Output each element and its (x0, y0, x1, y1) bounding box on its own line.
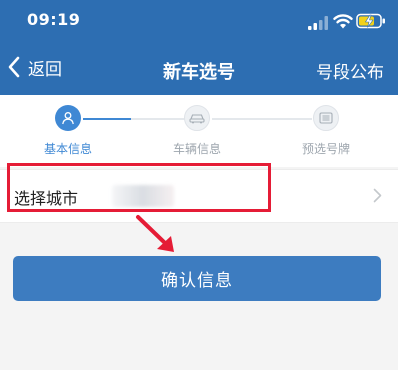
step-label: 基本信息 (43, 142, 92, 156)
cellular-signal-icon (308, 16, 328, 30)
step-label: 车辆信息 (172, 142, 221, 156)
progress-steps: 基本信息 车辆信息 预选号牌 (0, 95, 398, 167)
step-plate-preselect: 预选号牌 (281, 105, 371, 157)
app-header: 09:19 返回 新车选号 号段公布 (0, 0, 398, 95)
segment-announcement-link[interactable]: 号段公布 (316, 58, 384, 83)
step-vehicle-info: 车辆信息 (152, 105, 242, 157)
step-indicator (313, 105, 339, 131)
step-indicator-active (55, 105, 81, 131)
battery-charging-icon (356, 13, 385, 29)
license-plate-icon (319, 112, 333, 124)
confirm-info-button[interactable]: 确认信息 (13, 256, 381, 301)
user-icon (62, 112, 74, 125)
status-time: 09:19 (27, 10, 81, 29)
car-icon (189, 114, 205, 124)
annotation-highlight-box (7, 163, 271, 212)
step-indicator (184, 105, 210, 131)
step-basic-info: 基本信息 (23, 105, 113, 157)
chevron-right-icon (373, 188, 382, 203)
nav-bar: 返回 新车选号 号段公布 (0, 44, 398, 92)
status-bar: 09:19 (0, 0, 398, 40)
annotation-arrow-icon (136, 215, 174, 252)
step-label: 预选号牌 (301, 142, 350, 156)
wifi-icon (333, 14, 353, 29)
